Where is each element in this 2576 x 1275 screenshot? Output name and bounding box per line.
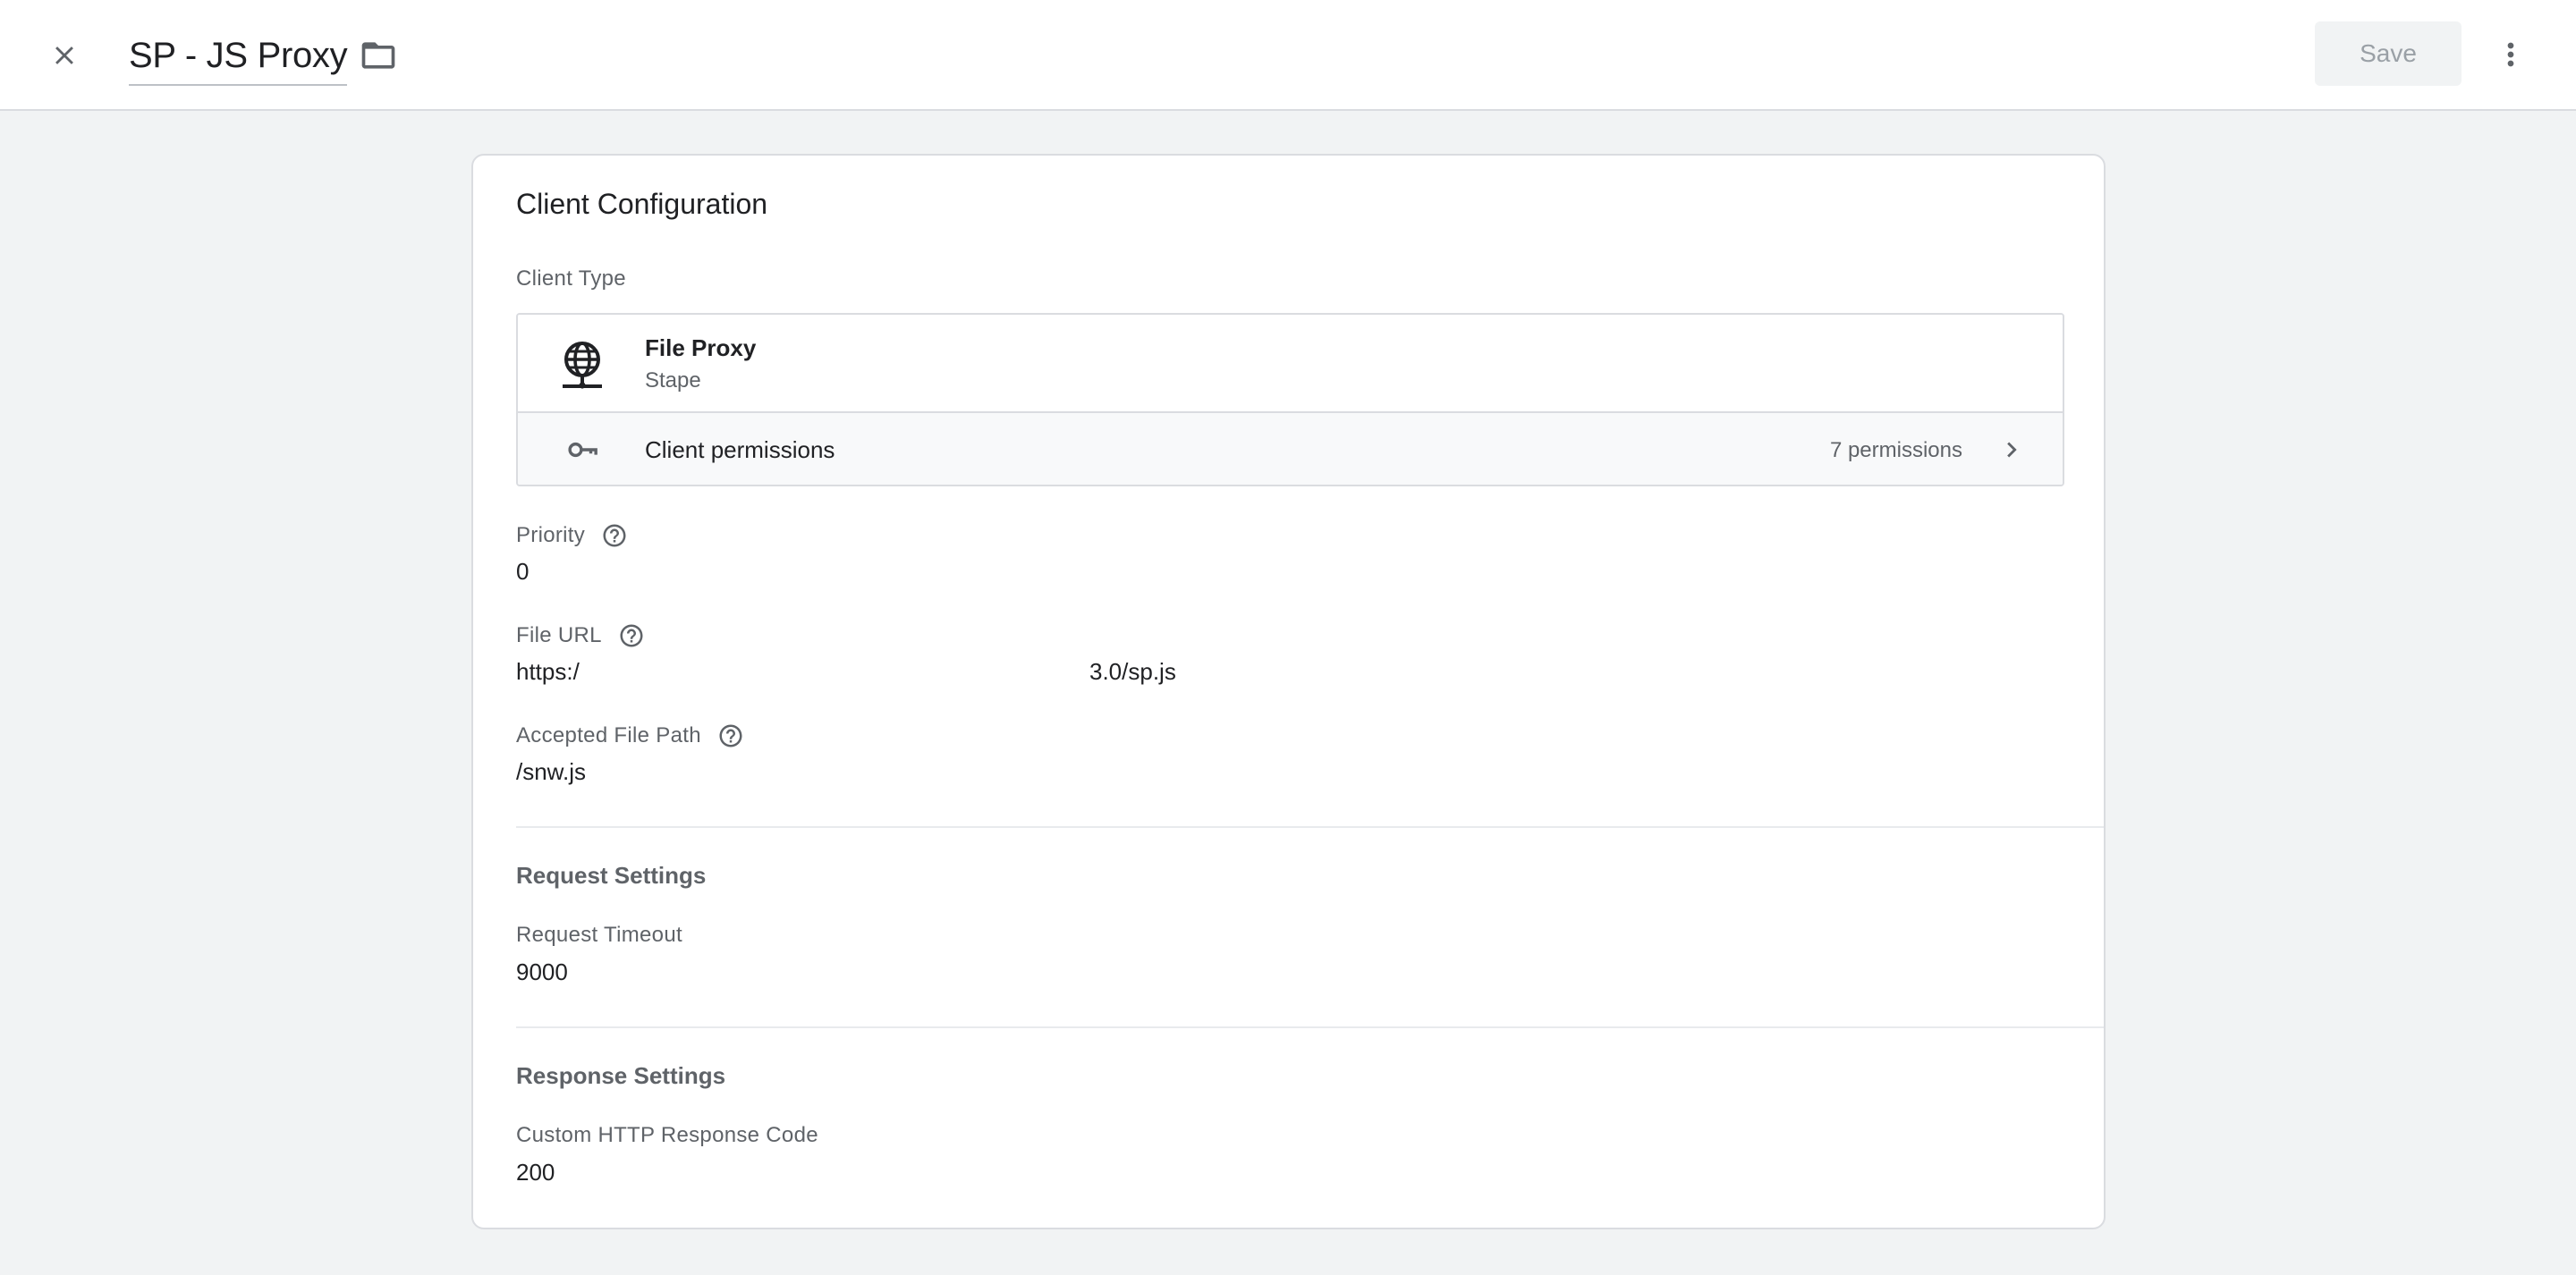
priority-value: 0	[516, 558, 530, 585]
client-type-box: File Proxy Stape Client permissions 7 pe…	[516, 313, 2064, 486]
page-title: SP - JS Proxy	[129, 36, 348, 75]
help-icon[interactable]	[618, 622, 645, 649]
request-timeout-label: Request Timeout	[516, 923, 682, 947]
response-code-value: 200	[516, 1159, 555, 1186]
close-icon	[55, 46, 73, 64]
title-input[interactable]: SP - JS Proxy	[129, 27, 348, 86]
file-url-value-start: https:/	[516, 658, 580, 685]
client-type-label: Client Type	[516, 266, 626, 291]
client-permissions-label: Client permissions	[645, 436, 835, 463]
priority-label: Priority	[516, 523, 586, 547]
client-permissions-row[interactable]: Client permissions 7 permissions	[518, 411, 2063, 485]
response-settings-title: Response Settings	[516, 1062, 726, 1089]
accepted-path-label-row: Accepted File Path	[516, 722, 744, 749]
more-vert-icon	[2507, 42, 2514, 67]
key-icon	[568, 442, 597, 458]
help-icon[interactable]	[717, 722, 744, 749]
folder-icon	[361, 42, 395, 69]
save-button[interactable]: Save	[2315, 21, 2462, 86]
client-type-row[interactable]: File Proxy Stape	[518, 315, 2063, 411]
accepted-path-value: /snw.js	[516, 758, 587, 785]
close-button[interactable]	[38, 29, 91, 82]
folder-button[interactable]	[356, 30, 401, 80]
divider	[516, 826, 2104, 828]
chevron-right-icon	[2007, 442, 2017, 458]
accepted-path-label: Accepted File Path	[516, 723, 701, 747]
top-bar: SP - JS Proxy Save	[0, 0, 2576, 111]
divider	[516, 1026, 2104, 1028]
client-type-name: File Proxy	[645, 334, 757, 361]
client-type-vendor: Stape	[645, 368, 701, 393]
help-icon[interactable]	[601, 522, 628, 549]
client-configuration-card: Client Configuration Client Type File Pr…	[471, 154, 2106, 1229]
permissions-count: 7 permissions	[1829, 438, 1962, 462]
priority-label-row: Priority	[516, 522, 628, 549]
file-url-label-row: File URL	[516, 622, 645, 649]
globe-network-icon	[563, 342, 602, 389]
response-code-label: Custom HTTP Response Code	[516, 1123, 818, 1147]
file-url-label: File URL	[516, 623, 602, 647]
card-title: Client Configuration	[516, 188, 768, 220]
more-options-button[interactable]	[2488, 27, 2533, 82]
request-settings-title: Request Settings	[516, 862, 707, 889]
file-url-value-end: 3.0/sp.js	[1089, 658, 1176, 685]
request-timeout-value: 9000	[516, 958, 568, 985]
